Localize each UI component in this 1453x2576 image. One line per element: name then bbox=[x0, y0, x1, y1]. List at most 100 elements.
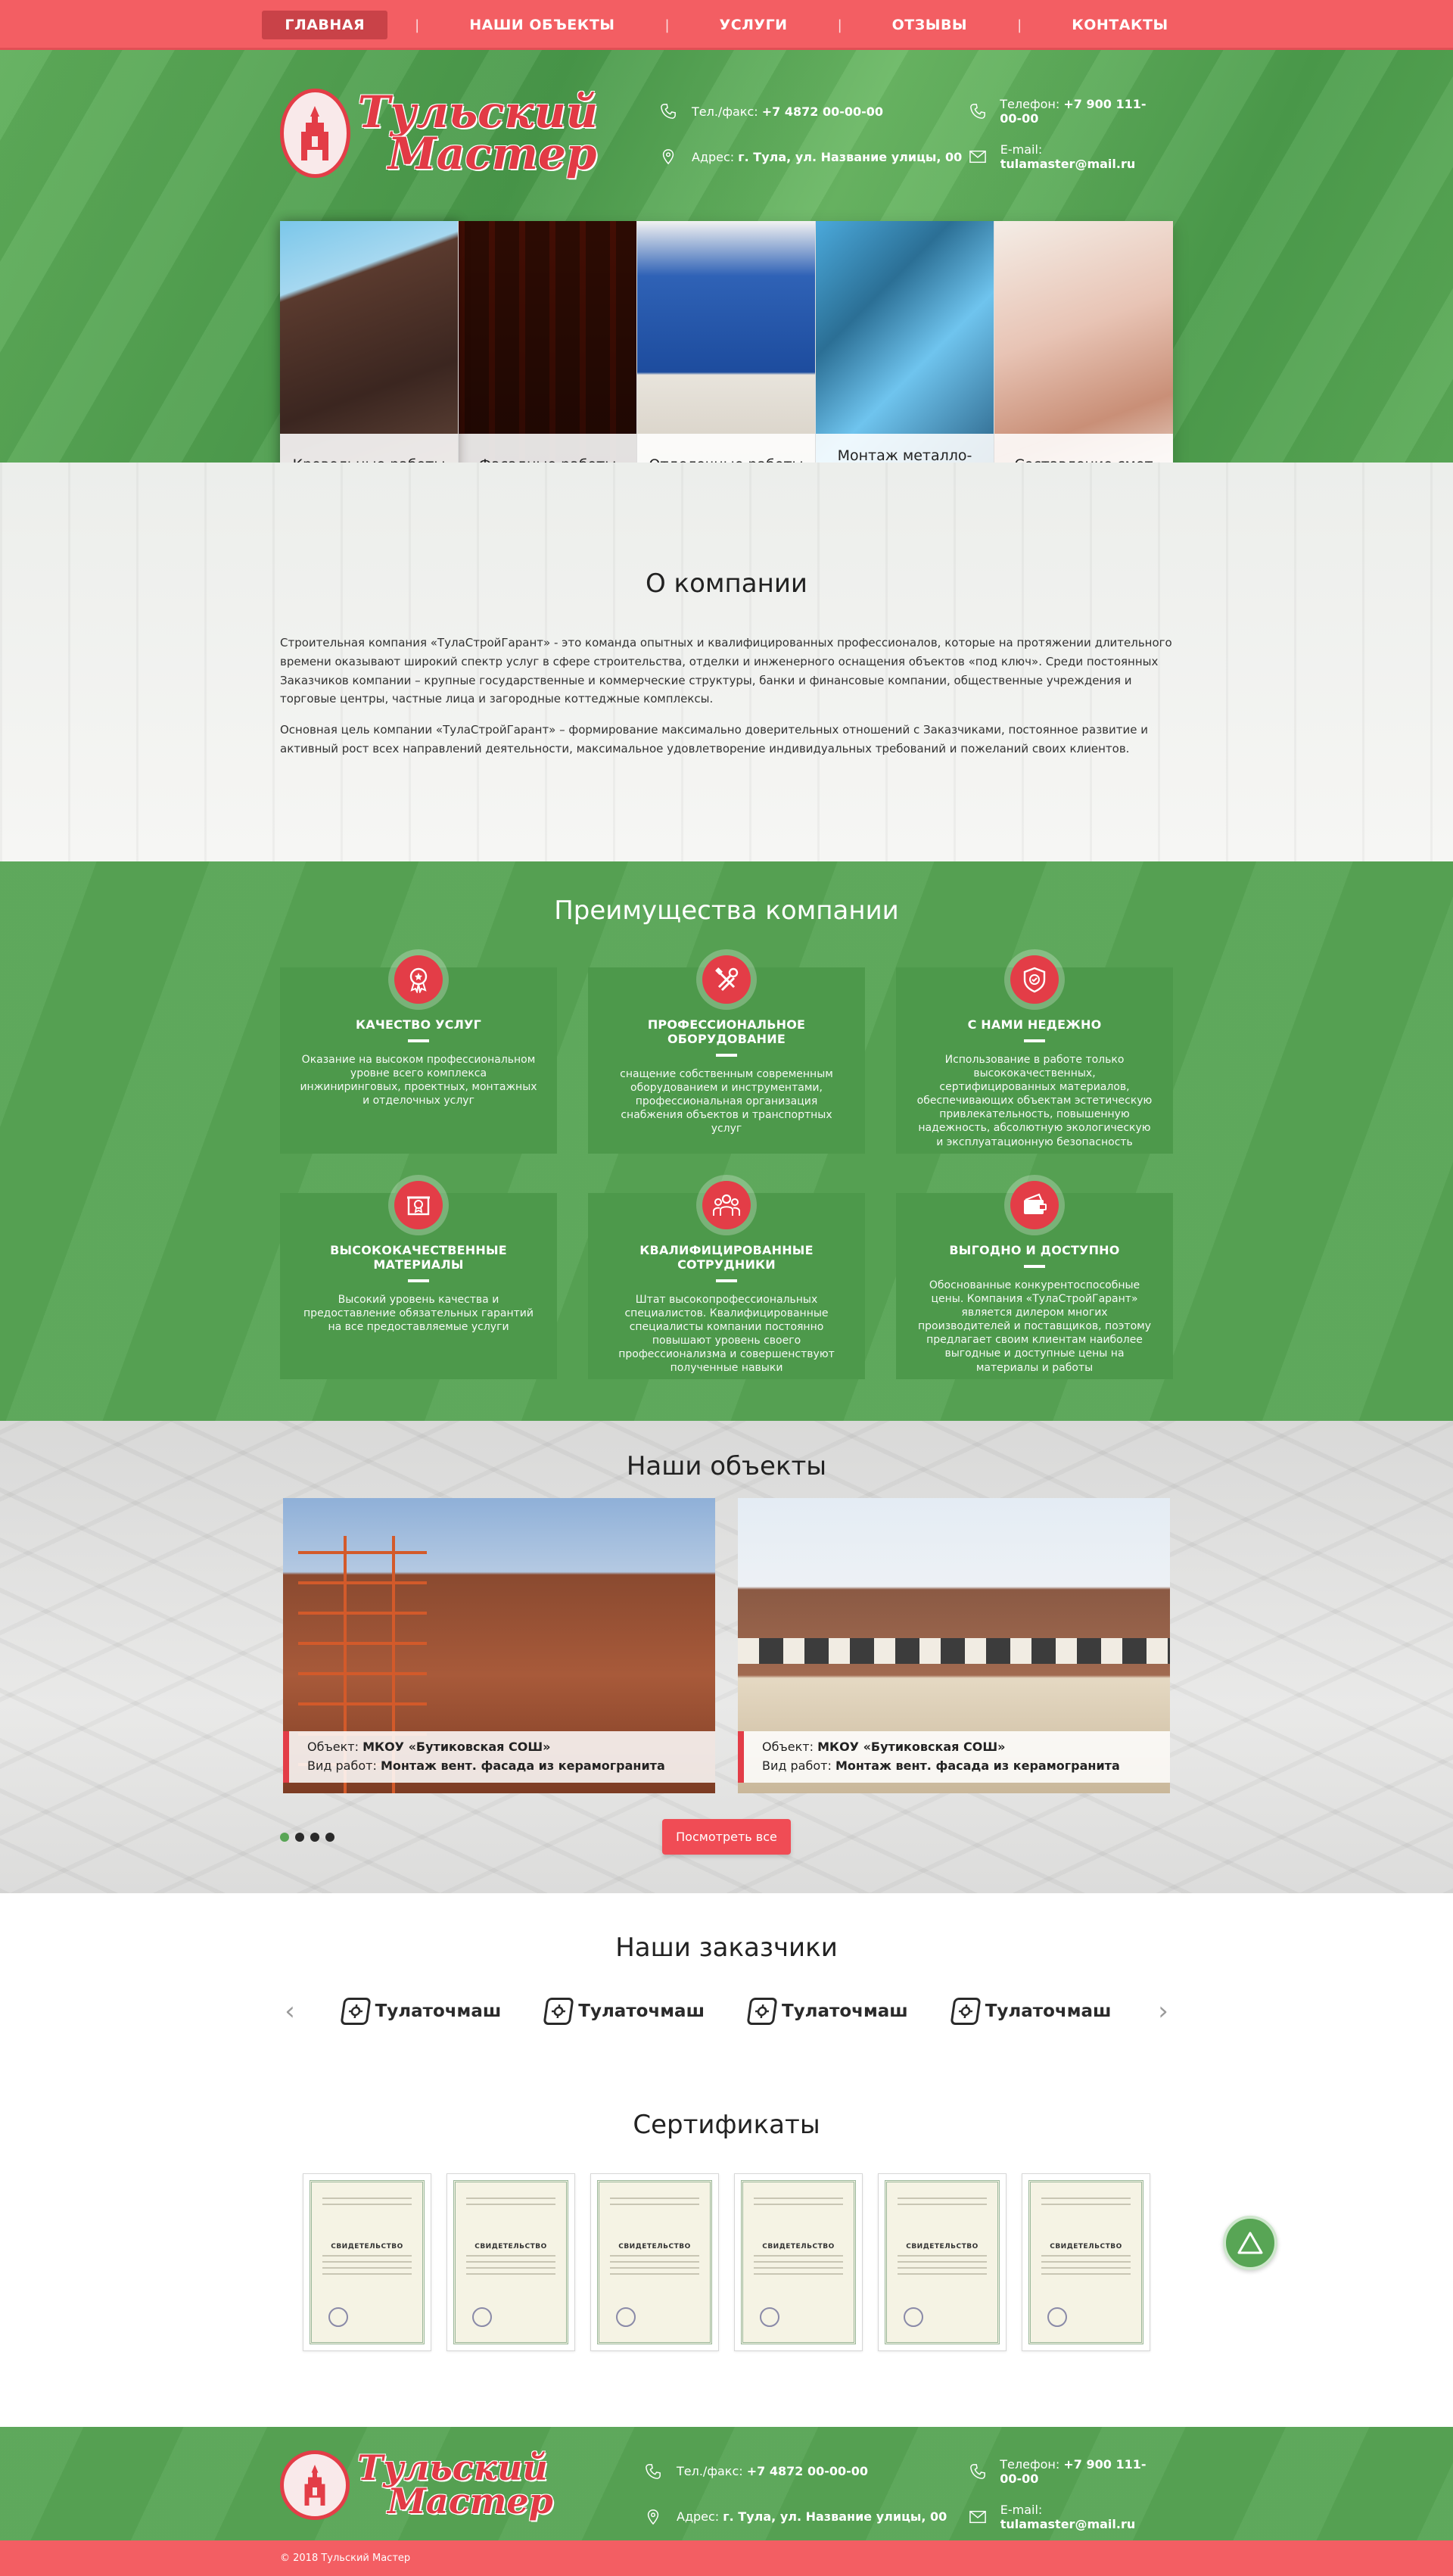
service-tile-roofing[interactable]: Кровельные работы bbox=[280, 221, 459, 463]
envelope-icon bbox=[969, 2507, 987, 2527]
object-label: Объект: bbox=[307, 1739, 359, 1754]
divider bbox=[408, 1279, 429, 1282]
client-logo[interactable]: Тулаточмаш bbox=[950, 1997, 1112, 2025]
divider bbox=[1024, 1264, 1045, 1268]
client-name: Тулаточмаш bbox=[375, 2001, 502, 2021]
seal-icon bbox=[328, 2307, 348, 2327]
certificate-heading: СВИДЕТЕЛЬСТВО bbox=[618, 2242, 691, 2250]
about-title: О компании bbox=[645, 568, 808, 599]
phone-icon bbox=[658, 101, 678, 121]
advantage-text: снащение собственным современным оборудо… bbox=[620, 1067, 833, 1135]
address-label: Адрес: bbox=[692, 149, 735, 164]
slider-dot[interactable] bbox=[295, 1832, 304, 1842]
contact-phone-fax: Тел./факс: +7 4872 00-00-00 bbox=[658, 97, 969, 126]
certificate-thumb[interactable]: СВИДЕТЕЛЬСТВО bbox=[734, 2173, 863, 2351]
object-card[interactable]: Объект: МКОУ «Бутиковская СОШ» Вид работ… bbox=[283, 1497, 715, 1793]
advantage-title: КАЧЕСТВО УСЛУГ bbox=[355, 1017, 482, 1032]
clients-title: Наши заказчики bbox=[615, 1932, 838, 1963]
footer: Тульский Мастер Тел./факс: +7 4872 00-00… bbox=[0, 2426, 1453, 2540]
logo-text-line2: Мастер bbox=[387, 2480, 553, 2521]
service-tile-metal[interactable]: Монтаж металло-конструкций bbox=[816, 221, 994, 463]
nav-contacts[interactable]: КОНТАКТЫ bbox=[1049, 11, 1190, 39]
advantages-title: Преимущества компании bbox=[554, 895, 899, 926]
client-logo[interactable]: Тулаточмаш bbox=[746, 1997, 908, 2025]
service-tile-facade[interactable]: Фасадные работы bbox=[459, 221, 637, 463]
advantage-title: КВАЛИФИЦИРОВАННЫЕ СОТРУДНИКИ bbox=[639, 1242, 814, 1272]
phone-icon bbox=[969, 101, 986, 121]
header-contacts: Тел./факс: +7 4872 00-00-00 Телефон: +7 … bbox=[658, 97, 1165, 171]
contact-email: E-mail: tulamaster@mail.ru bbox=[969, 142, 1165, 171]
slider-dot[interactable] bbox=[280, 1832, 289, 1842]
certificate-thumb[interactable]: СВИДЕТЕЛЬСТВО bbox=[590, 2173, 719, 2351]
service-tile-finishing[interactable]: Отделочные работы bbox=[637, 221, 816, 463]
advantage-card: КВАЛИФИЦИРОВАННЫЕ СОТРУДНИКИ Штат высоко… bbox=[588, 1174, 865, 1379]
divider bbox=[1024, 1039, 1045, 1042]
client-logo[interactable]: Тулаточмаш bbox=[340, 1997, 502, 2025]
seal-icon bbox=[616, 2307, 636, 2327]
slider-dots bbox=[280, 1832, 334, 1842]
contact-email: E-mail: tulamaster@mail.ru bbox=[969, 2503, 1165, 2531]
phone-fax-value[interactable]: +7 4872 00-00-00 bbox=[747, 2464, 868, 2478]
advantage-card: С НАМИ НЕДЕЖНО Использование в работе то… bbox=[896, 948, 1173, 1154]
nav-home[interactable]: ГЛАВНАЯ bbox=[262, 11, 388, 39]
object-card[interactable]: Объект: МКОУ «Бутиковская СОШ» Вид работ… bbox=[738, 1497, 1170, 1793]
phone-fax-value[interactable]: +7 4872 00-00-00 bbox=[762, 104, 883, 119]
divider bbox=[408, 1039, 429, 1042]
nav-reviews[interactable]: ОТЗЫВЫ bbox=[870, 11, 990, 39]
certificates-section: Сертификаты СВИДЕТЕЛЬСТВО СВИДЕТЕЛЬСТВО … bbox=[0, 2079, 1453, 2427]
advantage-text: Штат высокопрофессиональных специалистов… bbox=[618, 1293, 835, 1375]
advantage-text: Использование в работе только высококаче… bbox=[916, 1053, 1153, 1148]
divider bbox=[716, 1279, 737, 1282]
map-pin-icon bbox=[658, 147, 678, 167]
nav-services[interactable]: УСЛУГИ bbox=[697, 11, 811, 39]
tools-icon bbox=[702, 955, 751, 1004]
logo-text-line2: Мастер bbox=[387, 128, 597, 179]
object-label: Объект: bbox=[762, 1739, 814, 1754]
divider bbox=[716, 1053, 737, 1057]
work-label: Вид работ: bbox=[762, 1758, 832, 1773]
email-value[interactable]: tulamaster@mail.ru bbox=[1000, 157, 1136, 171]
envelope-icon bbox=[969, 147, 987, 167]
chevron-left-icon[interactable]: ‹ bbox=[280, 1996, 300, 2026]
scroll-to-top-button[interactable] bbox=[1223, 2215, 1277, 2270]
finishing-photo bbox=[637, 221, 815, 463]
chevron-right-icon[interactable]: › bbox=[1153, 1996, 1173, 2026]
gear-logo-icon bbox=[543, 1997, 574, 2025]
client-name: Тулаточмаш bbox=[782, 2001, 908, 2021]
phone-label: Телефон: bbox=[1000, 97, 1060, 111]
phone-fax-label: Тел./факс: bbox=[677, 2464, 743, 2478]
advantage-card: ПРОФЕССИОНАЛЬНОЕ ОБОРУДОВАНИЕ снащение с… bbox=[588, 948, 865, 1154]
gear-logo-icon bbox=[340, 1997, 372, 2025]
object-caption: Объект: МКОУ «Бутиковская СОШ» Вид работ… bbox=[283, 1730, 715, 1783]
certificate-thumb[interactable]: СВИДЕТЕЛЬСТВО bbox=[303, 2173, 431, 2351]
service-tile-estimates[interactable]: Составление смет bbox=[994, 221, 1173, 463]
site-logo[interactable]: Тульский Мастер bbox=[280, 80, 598, 186]
work-label: Вид работ: bbox=[307, 1758, 377, 1773]
objects-title: Наши объекты bbox=[626, 1450, 827, 1481]
phone-icon bbox=[643, 2462, 663, 2481]
certificate-thumb[interactable]: СВИДЕТЕЛЬСТВО bbox=[1022, 2173, 1150, 2351]
view-all-button[interactable]: Посмотреть все bbox=[662, 1819, 791, 1855]
slider-dot[interactable] bbox=[325, 1832, 334, 1842]
email-value[interactable]: tulamaster@mail.ru bbox=[1000, 2517, 1136, 2531]
service-label: Составление смет bbox=[994, 434, 1173, 463]
seal-icon bbox=[904, 2307, 923, 2327]
about-paragraph: Основная цель компании «ТулаСтройГарант»… bbox=[280, 723, 1149, 755]
certificate-heading: СВИДЕТЕЛЬСТВО bbox=[474, 2242, 547, 2250]
object-name: МКОУ «Бутиковская СОШ» bbox=[817, 1739, 1006, 1754]
footer-logo[interactable]: Тульский Мастер bbox=[280, 2444, 598, 2527]
client-name: Тулаточмаш bbox=[985, 2001, 1112, 2021]
advantage-title: ПРОФЕССИОНАЛЬНОЕ ОБОРУДОВАНИЕ bbox=[647, 1017, 806, 1046]
certificate-thumb[interactable]: СВИДЕТЕЛЬСТВО bbox=[446, 2173, 575, 2351]
slider-dot[interactable] bbox=[310, 1832, 319, 1842]
estimates-photo bbox=[994, 221, 1173, 463]
advantage-title: С НАМИ НЕДЕЖНО bbox=[967, 1017, 1102, 1032]
objects-section: Наши объекты Объект: МКОУ «Бутиковская С… bbox=[0, 1420, 1453, 1893]
client-logo[interactable]: Тулаточмаш bbox=[543, 1997, 705, 2025]
top-navigation: ГЛАВНАЯ | НАШИ ОБЪЕКТЫ | УСЛУГИ | ОТЗЫВЫ… bbox=[0, 0, 1453, 50]
certificate-thumb[interactable]: СВИДЕТЕЛЬСТВО bbox=[878, 2173, 1007, 2351]
nav-separator: | bbox=[664, 17, 670, 33]
advantage-title: ВЫГОДНО И ДОСТУПНО bbox=[949, 1242, 1120, 1257]
nav-objects[interactable]: НАШИ ОБЪЕКТЫ bbox=[446, 11, 637, 39]
box-medal-icon bbox=[394, 1180, 443, 1229]
